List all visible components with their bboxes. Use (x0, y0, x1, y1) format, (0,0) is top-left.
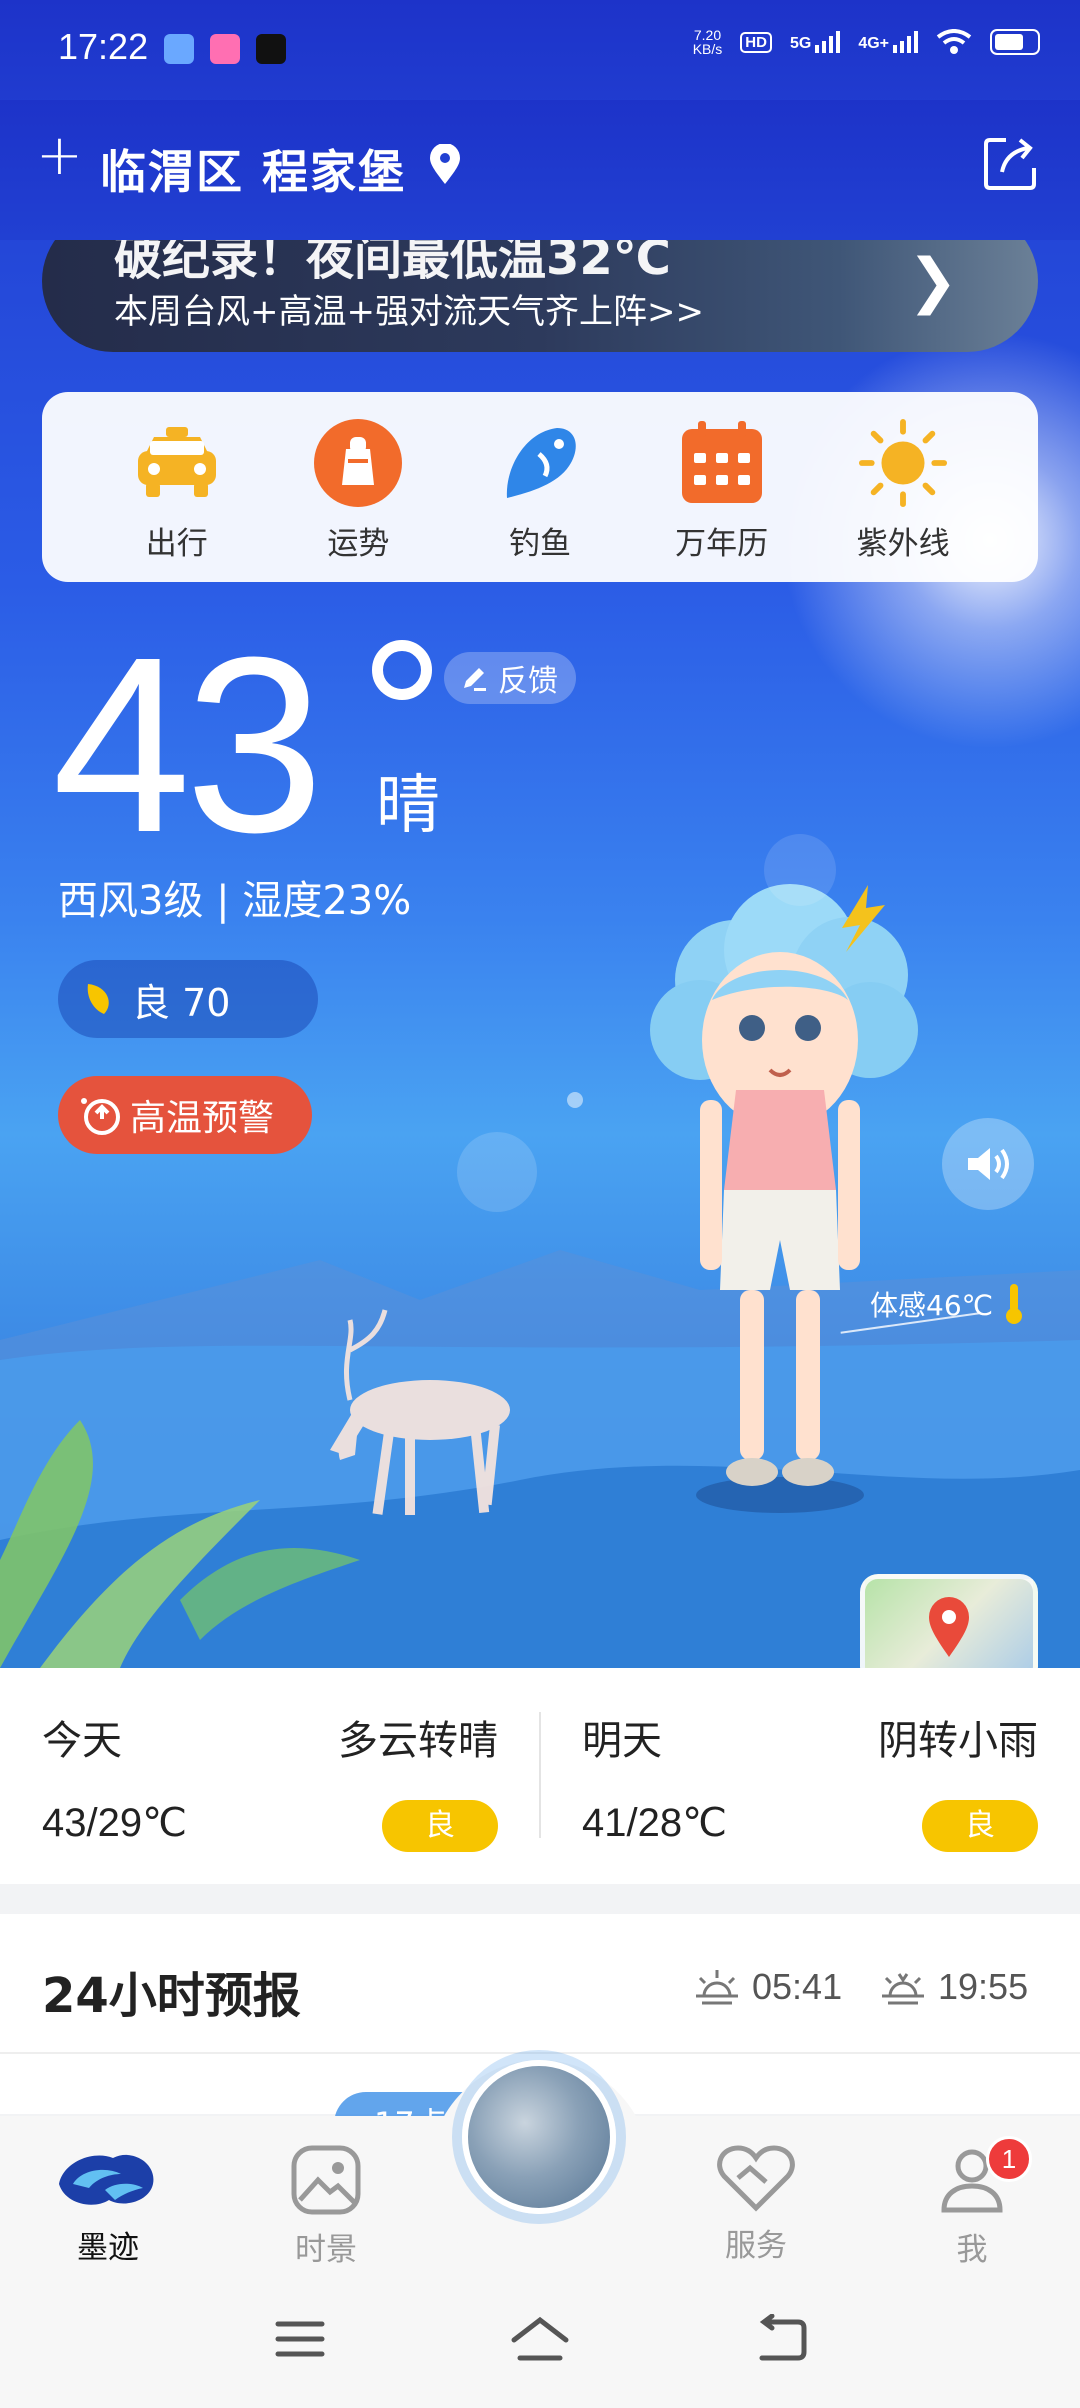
sunset-time: 19:55 (878, 1966, 1028, 2008)
app-notification-icon (256, 34, 286, 64)
feels-like: 体感46℃ (870, 1282, 1027, 1326)
pencil-icon (464, 668, 486, 691)
sun-icon (858, 418, 948, 508)
center-weather-ball[interactable] (462, 2060, 616, 2214)
tab-me[interactable]: 我 1 (892, 2136, 1052, 2269)
weather-hero: 17:22 7.20 KB/s HD 5G 4G+ 破纪录！夜间最低温32℃ 本… (0, 0, 1080, 1668)
tab-gallery[interactable]: 时景 (246, 2144, 406, 2269)
quick-tools: 出行 运势 钓鱼 万年历 紫外线 (42, 392, 1038, 582)
top-header: + 临渭区 程家堡 (0, 100, 1080, 240)
aqi-badge: 良 (922, 1800, 1038, 1852)
tool-fortune[interactable]: 运势 (278, 392, 438, 582)
map-pin-icon (929, 1597, 969, 1657)
aqi-pill[interactable]: 良 70 (58, 960, 318, 1038)
status-time: 17:22 (58, 26, 149, 67)
leaf-icon (87, 984, 109, 1014)
heat-warning-button[interactable]: 高温预警 (58, 1076, 312, 1154)
wind-humidity: 西风3级 | 湿度23% (58, 878, 412, 924)
tool-travel[interactable]: 出行 (97, 392, 257, 582)
menu-icon[interactable] (272, 2314, 328, 2364)
weather-map-thumbnail[interactable] (860, 1574, 1038, 1668)
location-pin-icon (430, 144, 460, 184)
sunrise-time: 05:41 (692, 1966, 842, 2008)
feedback-button[interactable]: 反馈 (444, 652, 576, 704)
aqi-badge: 良 (382, 1800, 498, 1852)
tool-uv[interactable]: 紫外线 (823, 392, 983, 582)
app-notification-icon (210, 34, 240, 64)
home-icon[interactable] (508, 2314, 572, 2364)
status-bar: 17:22 7.20 KB/s HD 5G 4G+ (0, 0, 1080, 100)
system-navigation-bar (0, 2276, 1080, 2408)
tab-moji[interactable]: 墨迹 (28, 2144, 188, 2267)
current-condition: 晴 (376, 769, 440, 843)
fish-icon (495, 418, 585, 508)
current-temperature: 43 (52, 605, 324, 884)
notification-badge: 1 (986, 2136, 1032, 2182)
add-city-button[interactable]: + (36, 128, 83, 184)
fortune-icon (313, 418, 403, 508)
battery-icon (990, 29, 1040, 55)
app-notification-icon (164, 34, 194, 64)
back-icon[interactable] (752, 2314, 810, 2364)
sunrise-icon (696, 1970, 738, 2005)
sunset-icon (882, 1973, 924, 2005)
hd-icon: HD (740, 31, 772, 53)
tool-calendar[interactable]: 万年历 (642, 392, 802, 582)
forecast-today[interactable]: 今天 多云转晴 43/29℃ 良 (0, 1668, 540, 1884)
wifi-icon (936, 29, 972, 54)
heart-service-icon (717, 2145, 795, 2212)
forecast-tomorrow[interactable]: 明天 阴转小雨 41/28℃ 良 (540, 1668, 1080, 1884)
signal-4g-icon: 4G+ (858, 31, 918, 53)
share-icon[interactable] (982, 134, 1040, 192)
hourly-title: 24小时预报 (42, 1968, 301, 2024)
calendar-icon (677, 418, 767, 508)
thermometer-alert-icon (81, 1098, 120, 1135)
thermometer-icon (1006, 1284, 1023, 1324)
taxi-icon (132, 418, 222, 508)
degree-symbol (372, 640, 432, 700)
chevron-right-icon: ❯ (907, 246, 958, 316)
moji-logo-icon (59, 2154, 154, 2205)
speaker-icon (968, 1148, 1009, 1180)
gallery-icon (291, 2145, 361, 2215)
tab-service[interactable]: 服务 (676, 2144, 836, 2265)
hourly-forecast-header: 24小时预报 05:41 19:55 (0, 1914, 1080, 2054)
network-speed: 7.20 KB/s (692, 27, 723, 57)
location-title[interactable]: 临渭区 程家堡 (100, 136, 406, 202)
signal-5g-icon: 5G (790, 31, 841, 53)
tool-fishing[interactable]: 钓鱼 (460, 392, 620, 582)
voice-broadcast-button[interactable] (942, 1118, 1034, 1210)
two-day-forecast: 今天 多云转晴 43/29℃ 良 明天 阴转小雨 41/28℃ 良 (0, 1668, 1080, 1884)
banner-subline: 本周台风+高温+强对流天气齐上阵>> (114, 292, 704, 332)
